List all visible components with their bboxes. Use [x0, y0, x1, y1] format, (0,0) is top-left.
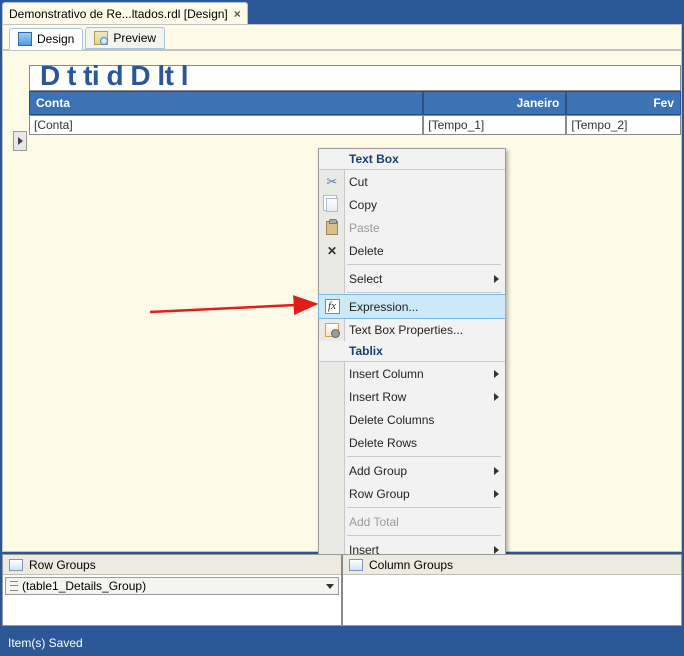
chevron-right-icon	[494, 393, 499, 401]
report-title-text: D t ti d D lt l	[40, 60, 188, 92]
menu-insert-column[interactable]: Insert Column	[319, 362, 505, 385]
tablix-header-row: Conta Janeiro Fev	[29, 91, 681, 115]
view-tab-bar: Design Preview	[2, 24, 682, 50]
fx-icon: fx	[324, 299, 340, 315]
menu-separator	[347, 264, 501, 265]
copy-icon	[324, 197, 340, 213]
chevron-down-icon[interactable]	[326, 584, 334, 589]
tab-design[interactable]: Design	[9, 28, 83, 50]
chevron-right-icon	[494, 490, 499, 498]
column-groups-body[interactable]	[343, 575, 681, 625]
chevron-right-icon	[494, 370, 499, 378]
menu-separator	[347, 456, 501, 457]
tab-design-label: Design	[37, 32, 74, 46]
col-header-conta[interactable]: Conta	[29, 91, 423, 115]
report-body: D t ti d D lt l Conta Janeiro Fev [Conta…	[29, 65, 681, 135]
row-selector-handle[interactable]	[13, 131, 27, 151]
tab-preview-label: Preview	[113, 31, 156, 45]
menu-section-tablix: Tablix	[319, 341, 505, 362]
menu-add-total: Add Total	[319, 510, 505, 533]
menu-cut[interactable]: Cut	[319, 170, 505, 193]
group-item-label: (table1_Details_Group)	[18, 579, 326, 593]
menu-add-group[interactable]: Add Group	[319, 459, 505, 482]
cell-tempo1[interactable]: [Tempo_1]	[423, 115, 566, 135]
document-tab-label: Demonstrativo de Re...ltados.rdl [Design…	[9, 7, 228, 21]
grouping-pane: Row Groups (table1_Details_Group) Column…	[2, 554, 682, 626]
tablix-detail-row: [Conta] [Tempo_1] [Tempo_2]	[29, 115, 681, 135]
col-header-janeiro[interactable]: Janeiro	[423, 91, 566, 115]
row-groups-header: Row Groups	[3, 555, 341, 575]
status-text: Item(s) Saved	[8, 636, 83, 650]
preview-icon	[94, 31, 108, 45]
row-groups-icon	[9, 559, 23, 571]
report-title-cell[interactable]: D t ti d D lt l	[29, 65, 681, 91]
cell-tempo2[interactable]: [Tempo_2]	[566, 115, 681, 135]
menu-separator	[347, 292, 501, 293]
column-groups-panel: Column Groups	[343, 555, 681, 625]
menu-paste: Paste	[319, 216, 505, 239]
delete-icon	[324, 243, 340, 259]
design-icon	[18, 32, 32, 46]
menu-insert-row[interactable]: Insert Row	[319, 385, 505, 408]
menu-copy[interactable]: Copy	[319, 193, 505, 216]
menu-separator	[347, 535, 501, 536]
row-groups-panel: Row Groups (table1_Details_Group)	[3, 555, 343, 625]
col-header-fev[interactable]: Fev	[566, 91, 681, 115]
column-groups-icon	[349, 559, 363, 571]
close-icon[interactable]: ×	[234, 7, 241, 21]
menu-expression[interactable]: fxExpression...	[318, 294, 506, 319]
context-menu: Text Box Cut Copy Paste Delete Select fx…	[318, 148, 506, 562]
status-bar: Item(s) Saved	[2, 632, 682, 654]
menu-select[interactable]: Select	[319, 267, 505, 290]
properties-icon	[324, 322, 340, 338]
drag-handle-icon[interactable]	[10, 579, 18, 593]
paste-icon	[324, 220, 340, 236]
menu-textbox-properties[interactable]: Text Box Properties...	[319, 318, 505, 341]
menu-separator	[347, 507, 501, 508]
menu-row-group[interactable]: Row Group	[319, 482, 505, 505]
column-groups-label: Column Groups	[369, 558, 453, 572]
chevron-right-icon	[494, 275, 499, 283]
column-groups-header: Column Groups	[343, 555, 681, 575]
menu-section-textbox: Text Box	[319, 149, 505, 170]
cut-icon	[324, 174, 340, 190]
group-item-details[interactable]: (table1_Details_Group)	[5, 577, 339, 595]
cell-conta[interactable]: [Conta]	[29, 115, 423, 135]
menu-delete[interactable]: Delete	[319, 239, 505, 262]
chevron-right-icon	[494, 546, 499, 554]
menu-delete-columns[interactable]: Delete Columns	[319, 408, 505, 431]
row-groups-label: Row Groups	[29, 558, 96, 572]
document-tab[interactable]: Demonstrativo de Re...ltados.rdl [Design…	[2, 2, 248, 24]
menu-delete-rows[interactable]: Delete Rows	[319, 431, 505, 454]
tab-preview[interactable]: Preview	[85, 27, 165, 49]
chevron-right-icon	[494, 467, 499, 475]
row-groups-body[interactable]: (table1_Details_Group)	[3, 575, 341, 625]
